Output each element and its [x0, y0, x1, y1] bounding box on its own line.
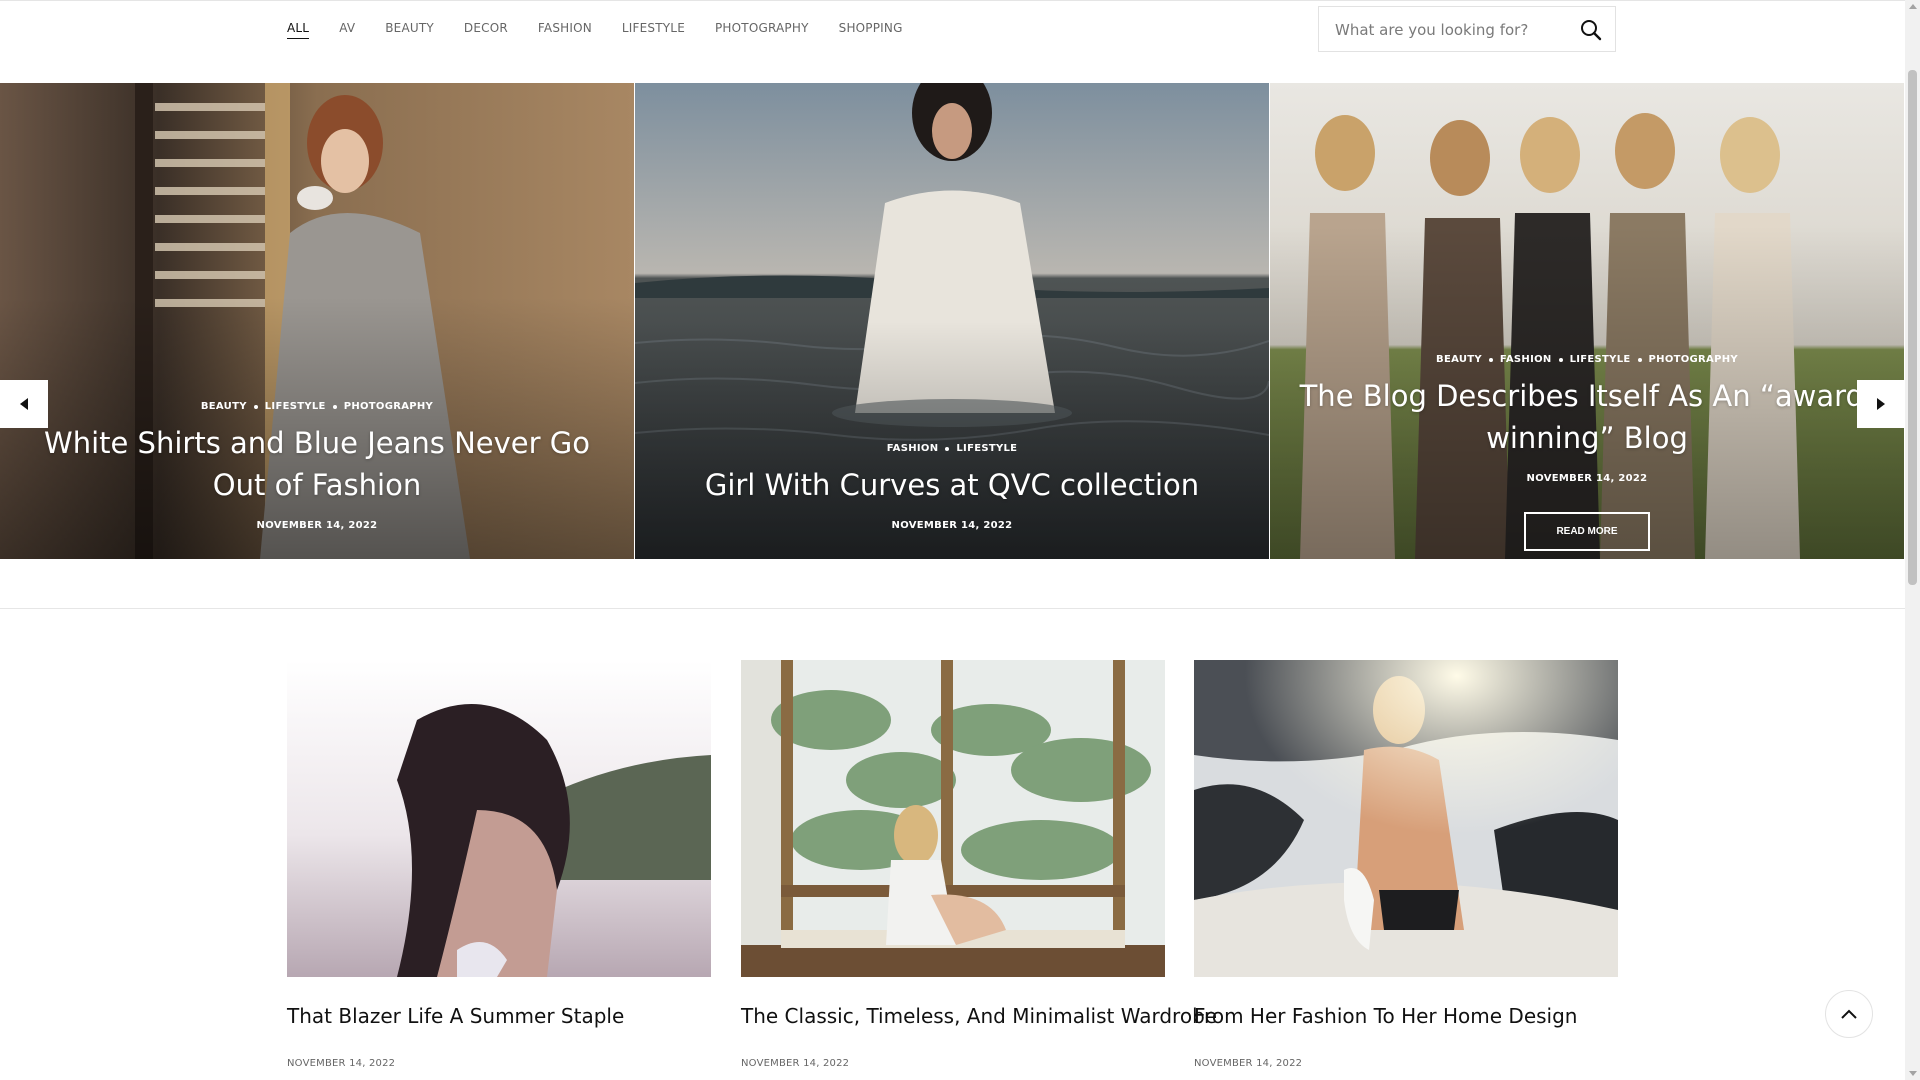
scroll-up-arrow-icon[interactable] — [1909, 4, 1917, 9]
category-link[interactable]: PHOTOGRAPHY — [1649, 354, 1738, 365]
slide-2-date: NOVEMBER 14, 2022 — [891, 520, 1013, 531]
category-link[interactable]: FASHION — [1500, 354, 1552, 365]
back-to-top-button[interactable] — [1825, 990, 1873, 1038]
nav-item-photography[interactable]: PHOTOGRAPHY — [715, 21, 809, 39]
slide-2-title[interactable]: Girl With Curves at QVC collection — [705, 464, 1199, 506]
category-link[interactable]: BEAUTY — [1436, 354, 1482, 365]
slide-3-categories: BEAUTY FASHION LIFESTYLE PHOTOGRAPHY — [1436, 354, 1738, 365]
post-1-date: NOVEMBER 14, 2022 — [287, 1058, 396, 1069]
slider-prev-button[interactable] — [0, 380, 48, 428]
post-3-date: NOVEMBER 14, 2022 — [1194, 1058, 1303, 1069]
search-icon[interactable] — [1579, 18, 1603, 42]
section-divider — [0, 608, 1905, 609]
post-2-title[interactable]: The Classic, Timeless, And Minimalist Wa… — [741, 1004, 1217, 1028]
featured-slider: BEAUTY LIFESTYLE PHOTOGRAPHY White Shirt… — [0, 83, 1905, 559]
separator-dot — [1637, 357, 1642, 362]
post-1-image[interactable] — [287, 660, 711, 977]
search-box — [1318, 6, 1616, 53]
slide-2-categories: FASHION LIFESTYLE — [887, 443, 1018, 454]
nav-item-fashion[interactable]: FASHION — [538, 21, 592, 39]
category-link[interactable]: BEAUTY — [201, 401, 247, 412]
slide-2[interactable]: FASHION LIFESTYLE Girl With Curves at QV… — [635, 83, 1269, 559]
category-link[interactable]: LIFESTYLE — [1570, 354, 1631, 365]
nav-item-shopping[interactable]: SHOPPING — [839, 21, 903, 39]
post-3-title[interactable]: From Her Fashion To Her Home Design — [1194, 1004, 1618, 1028]
slide-1-categories: BEAUTY LIFESTYLE PHOTOGRAPHY — [201, 401, 433, 412]
chevron-up-icon — [1841, 1009, 1857, 1019]
post-3-image[interactable] — [1194, 660, 1618, 977]
nav-item-lifestyle[interactable]: LIFESTYLE — [622, 21, 685, 39]
category-link[interactable]: LIFESTYLE — [265, 401, 326, 412]
scrollbar[interactable] — [1905, 0, 1920, 1080]
post-2-image[interactable] — [741, 660, 1165, 977]
slide-3-title[interactable]: The Blog Describes Itself As An “award-w… — [1284, 375, 1890, 459]
nav-item-all[interactable]: ALL — [287, 21, 310, 39]
nav-item-av[interactable]: AV — [339, 21, 355, 39]
separator-dot — [1558, 357, 1563, 362]
nav-item-decor[interactable]: DECOR — [464, 21, 508, 39]
category-link[interactable]: FASHION — [887, 443, 939, 454]
chevron-right-icon — [1877, 398, 1885, 410]
slide-1[interactable]: BEAUTY LIFESTYLE PHOTOGRAPHY White Shirt… — [0, 83, 634, 559]
post-1-title[interactable]: That Blazer Life A Summer Staple — [287, 1004, 711, 1028]
top-border — [0, 0, 1905, 1]
post-card-1[interactable]: That Blazer Life A Summer Staple NOVEMBE… — [287, 660, 711, 1069]
post-card-3[interactable]: From Her Fashion To Her Home Design NOVE… — [1194, 660, 1618, 1069]
scrollbar-thumb[interactable] — [1908, 70, 1917, 585]
nav-item-beauty[interactable]: BEAUTY — [385, 21, 434, 39]
scroll-down-arrow-icon[interactable] — [1909, 1071, 1917, 1076]
slide-3-date: NOVEMBER 14, 2022 — [1526, 473, 1648, 484]
read-more-button[interactable]: READ MORE — [1524, 512, 1650, 551]
category-link[interactable]: PHOTOGRAPHY — [344, 401, 433, 412]
search-input[interactable] — [1333, 7, 1567, 53]
category-link[interactable]: LIFESTYLE — [956, 443, 1017, 454]
separator-dot — [253, 404, 258, 409]
post-card-2[interactable]: The Classic, Timeless, And Minimalist Wa… — [741, 660, 1217, 1069]
slide-1-date: NOVEMBER 14, 2022 — [256, 520, 378, 531]
category-nav: ALL AV BEAUTY DECOR FASHION LIFESTYLE PH… — [287, 21, 933, 39]
chevron-left-icon — [20, 398, 28, 410]
slider-next-button[interactable] — [1857, 380, 1905, 428]
slide-1-title[interactable]: White Shirts and Blue Jeans Never Go Out… — [14, 422, 620, 506]
slide-3[interactable]: BEAUTY FASHION LIFESTYLE PHOTOGRAPHY The… — [1270, 83, 1904, 559]
separator-dot — [332, 404, 337, 409]
separator-dot — [945, 446, 950, 451]
separator-dot — [1488, 357, 1493, 362]
post-2-date: NOVEMBER 14, 2022 — [741, 1058, 850, 1069]
